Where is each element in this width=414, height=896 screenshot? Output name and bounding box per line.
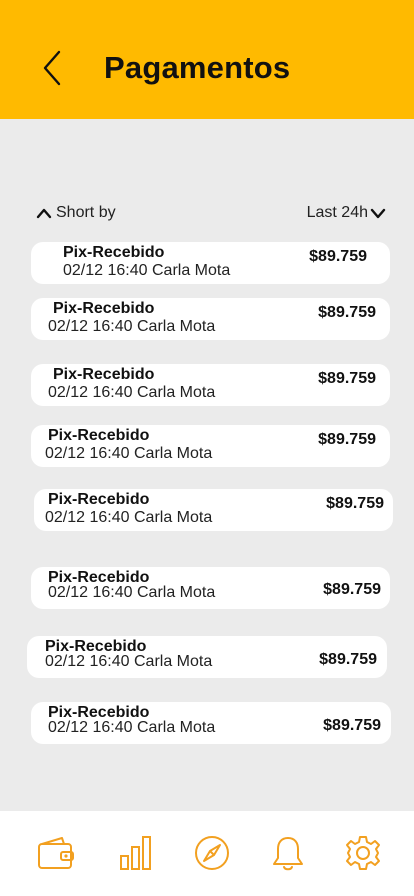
payment-details: 02/12 16:40 Carla Mota <box>48 719 215 737</box>
payment-card[interactable]: Pix-Recebido 02/12 16:40 Carla Mota $89.… <box>31 567 390 609</box>
payment-name: Carla Mota <box>133 509 213 526</box>
bar-chart-icon <box>120 836 151 870</box>
payment-card[interactable]: Pix-Recebido 02/12 16:40 Carla Mota $89.… <box>31 242 390 284</box>
page-title: Pagamentos <box>104 50 291 85</box>
payment-datetime: 02/12 16:40 <box>48 584 133 601</box>
nav-statistics[interactable] <box>113 833 157 873</box>
chevron-left-icon <box>43 50 61 86</box>
payment-title: Pix-Recebido <box>48 491 150 508</box>
payment-title: Pix-Recebido <box>63 244 165 261</box>
payment-title: Pix-Recebido <box>53 366 155 383</box>
payment-datetime: 02/12 16:40 <box>48 719 133 736</box>
sort-by-label: Short by <box>56 204 116 221</box>
payment-details: 02/12 16:40 Carla Mota <box>45 653 212 671</box>
payment-amount: $89.759 <box>326 495 384 512</box>
payment-name: Carla Mota <box>136 584 216 601</box>
payment-name: Carla Mota <box>133 653 213 670</box>
payment-details: 02/12 16:40 Carla Mota <box>45 445 212 463</box>
nav-notifications[interactable] <box>266 833 310 873</box>
payment-datetime: 02/12 16:40 <box>48 318 133 335</box>
payment-datetime: 02/12 16:40 <box>63 262 148 279</box>
nav-wallet[interactable] <box>33 833 77 873</box>
payment-card[interactable]: Pix-Recebido 02/12 16:40 Carla Mota $89.… <box>31 298 390 340</box>
chevron-up-icon <box>36 208 52 219</box>
payment-title: Pix-Recebido <box>48 427 150 444</box>
payment-details: 02/12 16:40 Carla Mota <box>45 509 212 527</box>
header: Pagamentos <box>0 0 414 119</box>
payment-datetime: 02/12 16:40 <box>45 653 130 670</box>
payment-card[interactable]: Pix-Recebido 02/12 16:40 Carla Mota $89.… <box>34 489 393 531</box>
payment-card[interactable]: Pix-Recebido 02/12 16:40 Carla Mota $89.… <box>31 425 390 467</box>
payment-name: Carla Mota <box>136 318 216 335</box>
payment-title: Pix-Recebido <box>53 300 155 317</box>
payment-card[interactable]: Pix-Recebido 02/12 16:40 Carla Mota $89.… <box>27 636 387 678</box>
payment-name: Carla Mota <box>151 262 231 279</box>
chevron-down-icon <box>370 208 386 219</box>
payment-amount: $89.759 <box>323 581 381 598</box>
payment-details: 02/12 16:40 Carla Mota <box>48 384 215 402</box>
payment-card[interactable]: Pix-Recebido 02/12 16:40 Carla Mota $89.… <box>31 702 391 744</box>
sort-by-button[interactable]: Short by <box>36 204 116 222</box>
time-filter-dropdown[interactable]: Last 24h <box>307 204 386 222</box>
payment-name: Carla Mota <box>136 384 216 401</box>
nav-settings[interactable] <box>341 833 385 873</box>
payment-amount: $89.759 <box>319 651 377 668</box>
sort-row: Short by Last 24h <box>36 204 386 226</box>
payment-details: 02/12 16:40 Carla Mota <box>63 262 230 280</box>
payment-amount: $89.759 <box>318 431 376 448</box>
payment-amount: $89.759 <box>323 717 381 734</box>
payment-name: Carla Mota <box>136 719 216 736</box>
compass-icon <box>195 836 229 870</box>
payment-amount: $89.759 <box>318 370 376 387</box>
nav-explore[interactable] <box>190 833 234 873</box>
payment-details: 02/12 16:40 Carla Mota <box>48 584 215 602</box>
payment-amount: $89.759 <box>309 248 367 265</box>
payment-name: Carla Mota <box>133 445 213 462</box>
bottom-nav <box>0 811 414 896</box>
payment-datetime: 02/12 16:40 <box>45 445 130 462</box>
wallet-icon <box>38 837 74 869</box>
gear-icon <box>346 836 380 870</box>
payment-amount: $89.759 <box>318 304 376 321</box>
payment-card[interactable]: Pix-Recebido 02/12 16:40 Carla Mota $89.… <box>31 364 390 406</box>
back-button[interactable] <box>32 46 72 90</box>
payment-datetime: 02/12 16:40 <box>45 509 130 526</box>
time-filter-label: Last 24h <box>306 204 368 221</box>
payment-datetime: 02/12 16:40 <box>48 384 133 401</box>
bell-icon <box>273 837 303 871</box>
payment-details: 02/12 16:40 Carla Mota <box>48 318 215 336</box>
